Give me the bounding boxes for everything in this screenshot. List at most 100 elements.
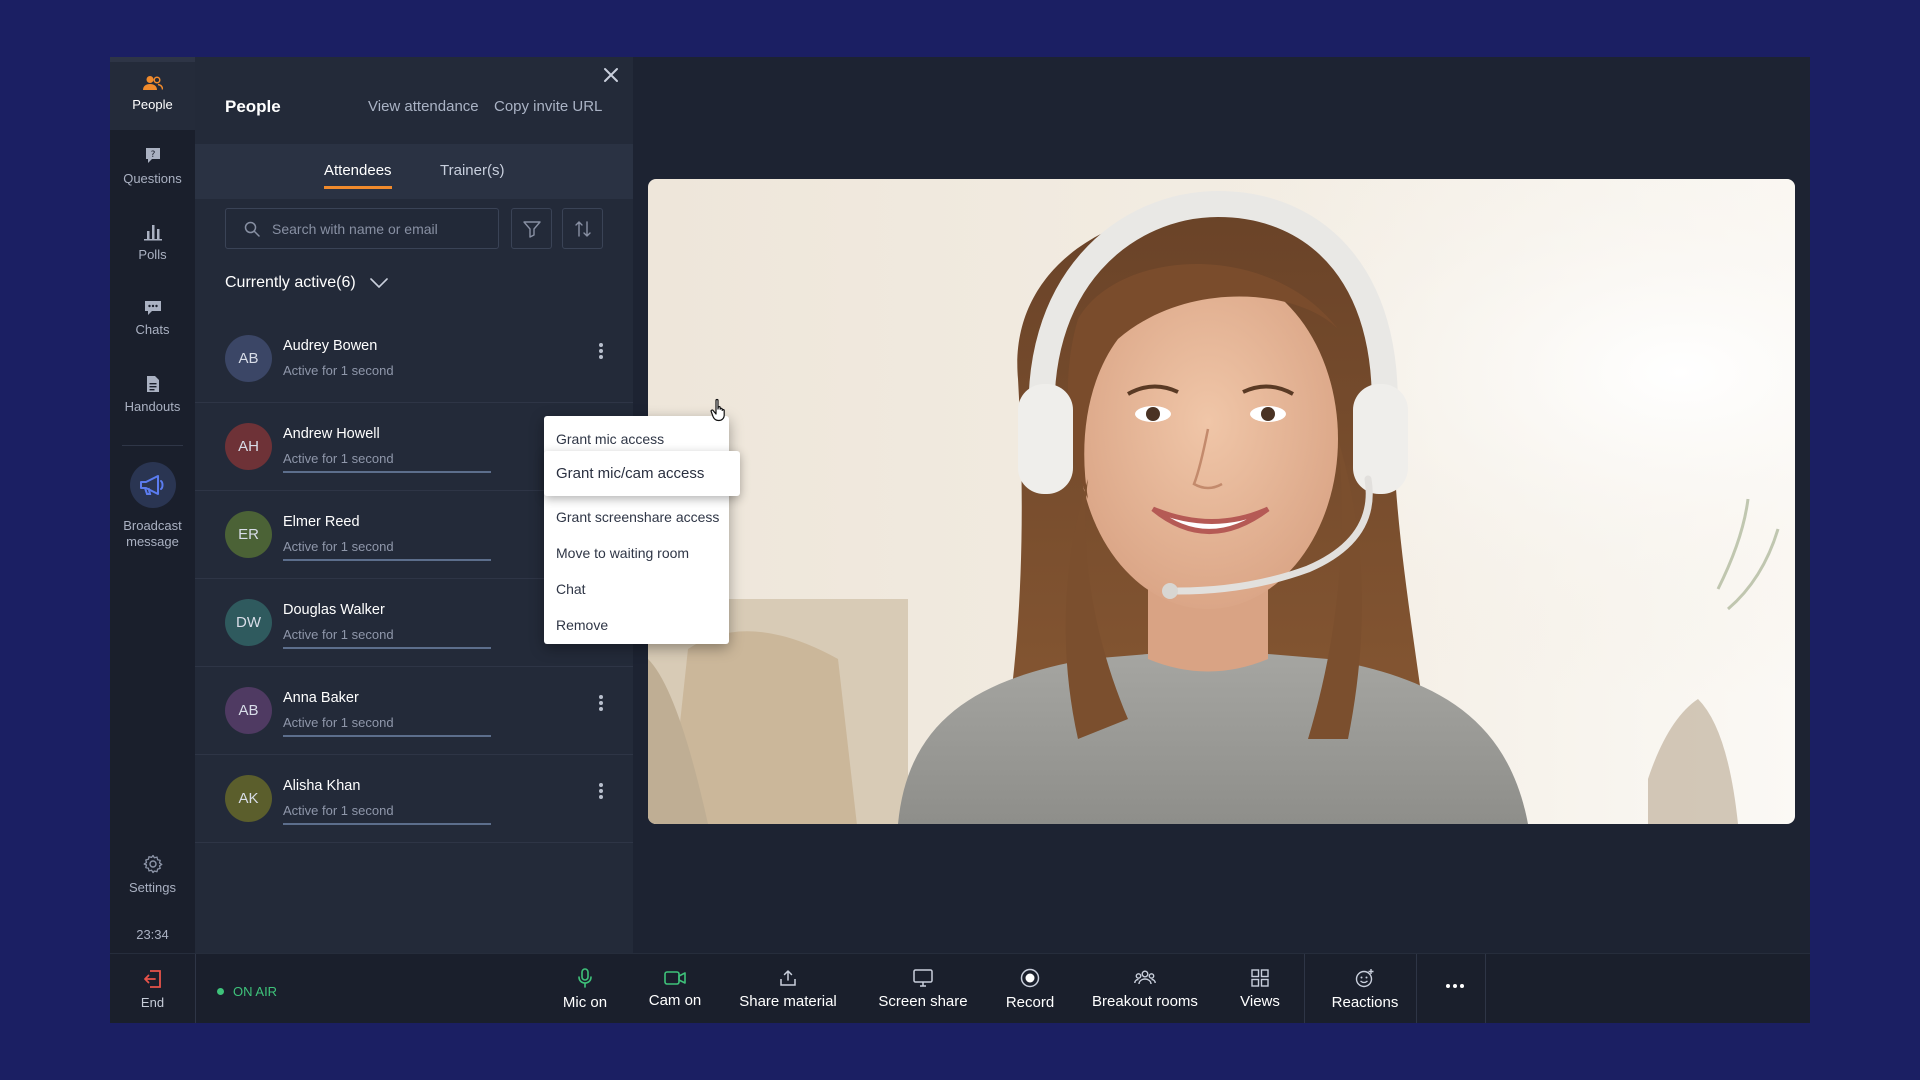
live-dot-icon (217, 988, 224, 995)
record-icon (1020, 968, 1040, 987)
mic-button[interactable]: Mic on (544, 954, 626, 1023)
participant-video[interactable] (648, 179, 1795, 824)
end-label: End (140, 994, 165, 1010)
attendee-name: Audrey Bowen (283, 338, 378, 354)
search-icon (244, 221, 260, 237)
menu-item-grant-mic-cam[interactable]: Grant mic/cam access (544, 451, 740, 496)
views-button[interactable]: Views (1230, 954, 1290, 1023)
camera-button[interactable]: Cam on (635, 954, 715, 1023)
menu-item-grant-screenshare[interactable]: Grant screenshare access (556, 509, 719, 525)
menu-item-grant-mic[interactable]: Grant mic access (556, 431, 664, 447)
rail-item-handouts[interactable]: Handouts (110, 358, 195, 431)
attendee-row[interactable]: AK Alisha Khan Active for 1 second (195, 755, 633, 843)
avatar: DW (225, 599, 272, 646)
section-title: Currently active(6) (225, 274, 356, 291)
attendee-name: Andrew Howell (283, 426, 380, 442)
attendee-name: Douglas Walker (283, 602, 385, 618)
divider (195, 954, 196, 1023)
camera-label: Cam on (648, 991, 702, 1009)
rail-label-polls: Polls (138, 247, 167, 262)
activity-bar (283, 471, 491, 473)
sort-button[interactable] (562, 208, 603, 249)
rail-item-chats[interactable]: Chats (110, 282, 195, 355)
handouts-icon (146, 376, 159, 392)
attendee-name: Elmer Reed (283, 514, 360, 530)
avatar: ER (225, 511, 272, 558)
attendee-status: Active for 1 second (283, 451, 394, 466)
attendee-name: Anna Baker (283, 690, 359, 706)
share-material-button[interactable]: Share material (727, 954, 849, 1023)
screen-share-button[interactable]: Screen share (867, 954, 979, 1023)
menu-item-chat[interactable]: Chat (556, 581, 586, 597)
broadcast-label-line2: message (126, 534, 179, 549)
tab-attendees[interactable]: Attendees (324, 162, 392, 189)
broadcast-label-line1: Broadcast (123, 518, 182, 533)
polls-icon (143, 225, 162, 241)
search-placeholder: Search with name or email (272, 220, 438, 237)
rail-item-broadcast[interactable]: Broadcast message (110, 462, 195, 558)
attendee-row[interactable]: AB Anna Baker Active for 1 second (195, 667, 633, 755)
left-rail: People ? Questions Polls Chats Handouts … (110, 57, 195, 953)
avatar: AH (225, 423, 272, 470)
filter-icon (522, 220, 541, 238)
tab-trainers[interactable]: Trainer(s) (440, 162, 504, 179)
grid-icon (1251, 968, 1269, 987)
rail-label-chats: Chats (135, 322, 170, 337)
rail-item-settings[interactable]: Settings (110, 854, 195, 904)
classroom-app: People ? Questions Polls Chats Handouts … (110, 57, 1810, 1023)
copy-invite-url-link[interactable]: Copy invite URL (494, 98, 602, 115)
activity-bar (283, 735, 491, 737)
search-input[interactable]: Search with name or email (225, 208, 499, 249)
exit-icon (143, 969, 161, 988)
microphone-icon (578, 967, 592, 988)
attendee-row[interactable]: AB Audrey Bowen Active for 1 second (195, 315, 633, 403)
ellipsis-icon (1446, 984, 1464, 988)
broadcast-icon-circle (129, 462, 176, 508)
menu-item-move-waiting-room[interactable]: Move to waiting room (556, 545, 689, 561)
rail-item-people[interactable]: People (110, 57, 195, 130)
more-options-icon[interactable] (595, 341, 607, 363)
activity-bar (283, 647, 491, 649)
more-options-icon[interactable] (595, 781, 607, 803)
svg-text:?: ? (150, 150, 155, 160)
screen-share-label: Screen share (878, 992, 968, 1010)
gear-icon (143, 854, 162, 874)
avatar: AB (225, 335, 272, 382)
activity-bar (283, 559, 491, 561)
activity-bar (283, 823, 491, 825)
monitor-icon (913, 968, 933, 987)
share-icon (780, 969, 796, 986)
breakout-rooms-button[interactable]: Breakout rooms (1085, 954, 1205, 1023)
filter-button[interactable] (511, 208, 552, 249)
attendee-name: Alisha Khan (283, 778, 361, 794)
attendee-status: Active for 1 second (283, 363, 394, 378)
record-button[interactable]: Record (995, 954, 1065, 1023)
bottom-toolbar: End ON AIR Mic on Cam on Share material … (110, 953, 1810, 1023)
view-attendance-link[interactable]: View attendance (368, 98, 479, 115)
settings-label: Settings (129, 880, 176, 895)
end-button[interactable]: End (110, 954, 195, 1023)
avatar: AK (225, 775, 272, 822)
currently-active-toggle[interactable]: Currently active(6) (225, 274, 388, 292)
rail-item-polls[interactable]: Polls (110, 206, 195, 279)
close-icon[interactable] (599, 63, 623, 87)
menu-item-remove[interactable]: Remove (556, 617, 608, 633)
panel-title: People (225, 97, 281, 116)
attendee-status: Active for 1 second (283, 627, 394, 642)
rail-item-questions[interactable]: ? Questions (110, 130, 195, 203)
video-frame (648, 179, 1795, 824)
reactions-label: Reactions (1331, 993, 1399, 1011)
on-air-label: ON AIR (233, 984, 278, 999)
mic-label: Mic on (562, 993, 608, 1011)
rail-label-people: People (132, 97, 173, 112)
reactions-button[interactable]: Reactions (1315, 954, 1415, 1023)
sort-icon (574, 220, 591, 237)
attendee-tabs: Attendees Trainer(s) (195, 144, 633, 199)
more-options-button[interactable] (1420, 954, 1490, 1023)
more-options-icon[interactable] (595, 693, 607, 715)
camera-icon (664, 970, 686, 985)
questions-icon: ? (145, 148, 160, 163)
breakout-rooms-icon (1134, 970, 1156, 984)
record-label: Record (1005, 993, 1055, 1011)
divider (1416, 954, 1417, 1023)
